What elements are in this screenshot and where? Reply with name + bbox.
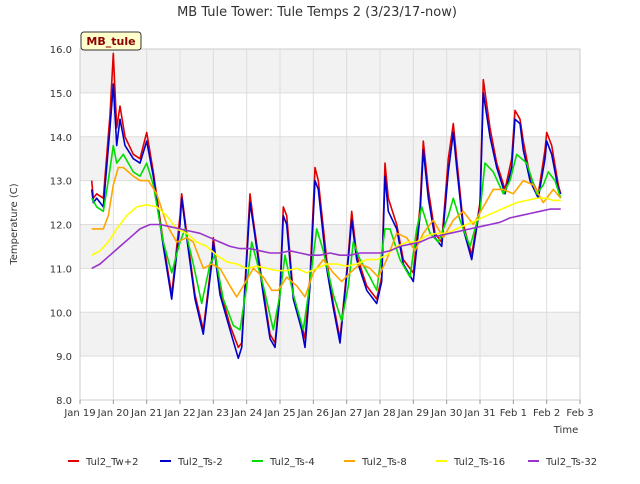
series-line-tul2-tw-2 <box>90 52 562 349</box>
y-tick-label: 12.0 <box>50 221 72 232</box>
legend-label: Tul2_Ts-8 <box>361 457 407 468</box>
legend-label: Tul2_Ts-16 <box>453 457 505 468</box>
x-axis-label: Time <box>553 425 578 436</box>
legend-label: Tul2_Ts-32 <box>545 457 597 468</box>
site-badge: MB_tule <box>80 31 142 51</box>
x-tick-label: Jan 21 <box>130 408 162 419</box>
y-tick-label: 13.0 <box>50 177 72 188</box>
legend-label: Tul2_Ts-4 <box>269 457 315 468</box>
x-tick-label: Jan 20 <box>97 408 129 419</box>
x-tick-label: Jan 31 <box>463 408 495 419</box>
x-tick-label: Jan 19 <box>63 408 95 419</box>
grid-band <box>80 49 580 93</box>
x-tick-label: Feb 3 <box>566 408 593 419</box>
y-tick-label: 9.0 <box>56 352 72 363</box>
x-tick-label: Jan 28 <box>363 408 395 419</box>
site-badge-label: MB_tule <box>86 35 135 48</box>
x-tick-label: Feb 2 <box>533 408 560 419</box>
grid-band <box>80 312 580 357</box>
legend: Tul2_Tw+2 Tul2_Ts-2 Tul2_Ts-4 Tul2_Ts-8 Tul2… <box>68 457 597 468</box>
y-tick-label: 16.0 <box>50 45 72 56</box>
x-tick-label: Jan 23 <box>197 408 229 419</box>
chart-svg: MB Tule Tower: Tule Temps 2 (3/23/17-now… <box>9 5 597 468</box>
legend-label: Tul2_Ts-2 <box>177 457 223 468</box>
y-tick-label: 14.0 <box>50 133 72 144</box>
x-tick-label: Jan 27 <box>330 408 362 419</box>
x-tick-label: Jan 22 <box>163 408 195 419</box>
x-tick-label: Jan 29 <box>397 408 429 419</box>
grid-band <box>80 136 580 181</box>
y-tick-label: 8.0 <box>56 396 72 407</box>
grid-bands <box>80 49 580 357</box>
legend-label: Tul2_Tw+2 <box>85 457 138 468</box>
y-tick-label: 10.0 <box>50 308 72 319</box>
chart-title: MB Tule Tower: Tule Temps 2 (3/23/17-now… <box>177 5 457 20</box>
x-tick-label: Jan 24 <box>230 408 262 419</box>
x-tick-label: Jan 26 <box>297 408 329 419</box>
chart-root: MB Tule Tower: Tule Temps 2 (3/23/17-now… <box>0 0 640 480</box>
y-tick-label: 11.0 <box>50 264 72 275</box>
x-tick-label: Feb 1 <box>500 408 527 419</box>
x-axis-ticks: Jan 19 Jan 20 Jan 21 Jan 22 Jan 23 Jan 24 Jan … <box>63 400 594 419</box>
x-tick-label: Jan 30 <box>430 408 462 419</box>
grid-band <box>80 224 580 269</box>
y-tick-label: 15.0 <box>50 89 72 100</box>
y-axis-label: Temperature (C) <box>9 183 20 265</box>
x-tick-label: Jan 25 <box>263 408 295 419</box>
y-axis-ticks: 8.0 9.0 10.0 11.0 12.0 13.0 14.0 15.0 16.0 <box>50 45 72 407</box>
